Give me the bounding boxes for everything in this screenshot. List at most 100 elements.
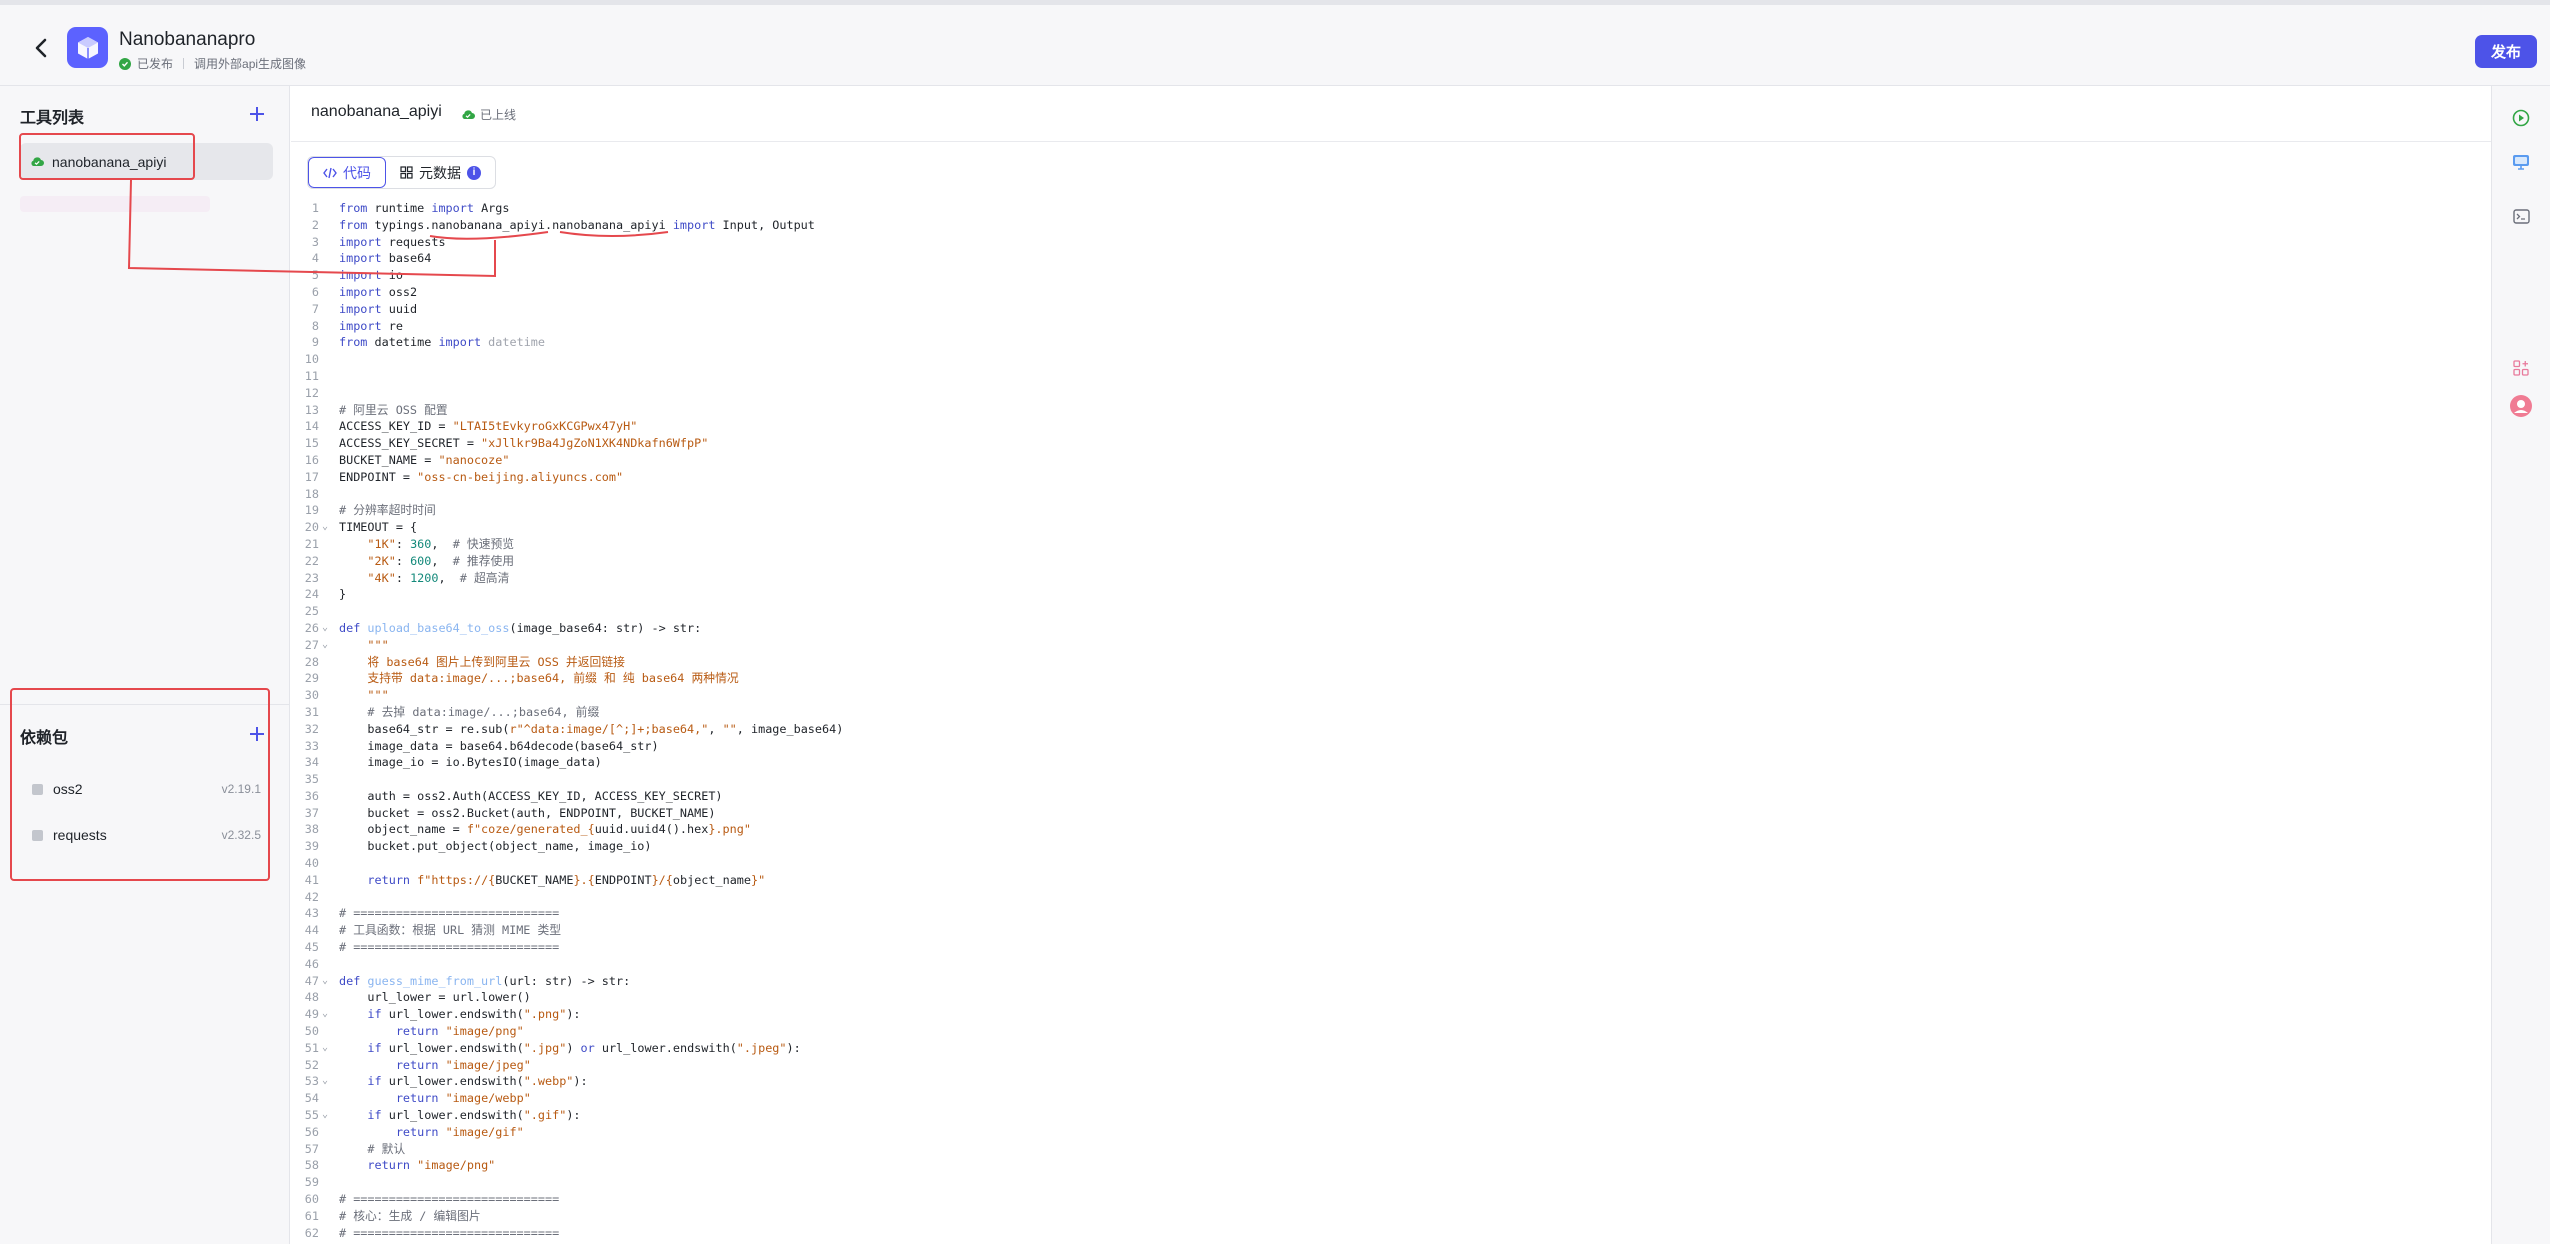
code-line: 26 ⌄ def upload_base64_to_oss(image_base64… — [291, 620, 2491, 637]
code-text: import base64 — [339, 251, 432, 266]
code-text: image_io = io.BytesIO(image_data) — [339, 755, 602, 770]
line-number: 57 — [304, 1141, 319, 1156]
code-text: if url_lower.endswith(".webp"): — [367, 1074, 588, 1089]
code-text: def guess_mime_from_url(url: str) -> str… — [339, 973, 631, 988]
fold-chevron-icon[interactable]: ⌄ — [322, 620, 328, 637]
code-text: # ============================= — [339, 906, 560, 921]
code-line: 23 "4K": 1200, # 超高清 — [291, 570, 2491, 587]
line-number: 19 — [304, 503, 319, 518]
code-line: 51 ⌄ if url_lower.endswith(".jpg") or url… — [291, 1040, 2491, 1057]
code-line: 44 # 工具函数：根据 URL 猜测 MIME 类型 — [291, 922, 2491, 939]
cube-icon — [77, 36, 98, 59]
code-line: 14 ACCESS_KEY_ID = "LTAI5tEvkyroGxKCGPwx4… — [291, 418, 2491, 435]
line-number: 13 — [304, 402, 319, 417]
line-number: 7 — [311, 301, 319, 316]
line-number: 46 — [304, 956, 319, 971]
code-text: # 工具函数：根据 URL 猜测 MIME 类型 — [339, 923, 562, 938]
code-line: 20 ⌄ TIMEOUT = { — [291, 519, 2491, 536]
code-text: if url_lower.endswith(".gif"): — [367, 1108, 581, 1123]
code-text: ACCESS_KEY_ID = "LTAI5tEvkyroGxKCGPwx47y… — [339, 419, 638, 434]
line-number: 9 — [311, 335, 319, 350]
line-number: 55 — [304, 1108, 319, 1123]
tab-metadata[interactable]: 元数据 i — [386, 157, 495, 188]
code-text: # 核心：生成 / 编辑图片 — [339, 1208, 481, 1223]
code-text: if url_lower.endswith(".jpg") or url_low… — [367, 1040, 801, 1055]
tab-label: 元数据 — [419, 164, 461, 181]
back-button[interactable] — [26, 33, 56, 63]
terminal-icon[interactable] — [2509, 204, 2533, 228]
line-number: 15 — [304, 436, 319, 451]
code-text: ENDPOINT = "oss-cn-beijing.aliyuncs.com" — [339, 469, 624, 484]
add-tool-button[interactable] — [246, 103, 268, 125]
line-number: 31 — [304, 704, 319, 719]
line-number: 51 — [304, 1040, 319, 1055]
left-sidebar: 工具列表 nanobanana_apiyi 依赖包 oss2 v2.19.1 r… — [0, 86, 290, 1244]
line-number: 8 — [311, 318, 319, 333]
code-line: 48 url_lower = url.lower() — [291, 989, 2491, 1006]
code-line: 58 return "image/png" — [291, 1157, 2491, 1174]
line-number: 24 — [304, 587, 319, 602]
published-status: 已发布 — [137, 57, 174, 71]
code-line: 60 # ============================= — [291, 1191, 2491, 1208]
code-line: 5 import io — [291, 267, 2491, 284]
publish-button[interactable]: 发布 — [2475, 35, 2537, 68]
code-text: if url_lower.endswith(".png"): — [367, 1007, 581, 1022]
line-number: 29 — [304, 671, 319, 686]
code-line: 38 object_name = f"coze/generated_{uuid.… — [291, 821, 2491, 838]
annotation-box-deps — [10, 688, 270, 881]
code-text: 支持带 data:image/...;base64, 前缀 和 纯 base64… — [367, 671, 739, 686]
code-line: 45 # ============================= — [291, 939, 2491, 956]
line-number: 26 — [304, 620, 319, 635]
fold-chevron-icon[interactable]: ⌄ — [322, 1107, 328, 1124]
code-line: 8 import re — [291, 318, 2491, 335]
line-number: 5 — [311, 268, 319, 283]
line-number: 39 — [304, 839, 319, 854]
plus-icon — [250, 107, 264, 121]
fold-chevron-icon[interactable]: ⌄ — [322, 1073, 328, 1090]
line-number: 32 — [304, 721, 319, 736]
code-line: 6 import oss2 — [291, 284, 2491, 301]
line-number: 37 — [304, 805, 319, 820]
line-number: 34 — [304, 755, 319, 770]
fold-chevron-icon[interactable]: ⌄ — [322, 1006, 328, 1023]
code-text: url_lower = url.lower() — [339, 990, 531, 1005]
fold-chevron-icon[interactable]: ⌄ — [322, 973, 328, 990]
online-label: 已上线 — [480, 108, 517, 122]
code-line: 4 import base64 — [291, 250, 2491, 267]
code-text: # ============================= — [339, 1192, 560, 1207]
code-line: 39 bucket.put_object(object_name, image_… — [291, 838, 2491, 855]
line-number: 23 — [304, 570, 319, 585]
code-line: 27 ⌄ """ — [291, 637, 2491, 654]
line-number: 50 — [304, 1024, 319, 1039]
line-number: 48 — [304, 990, 319, 1005]
code-line: 9 from datetime import datetime — [291, 334, 2491, 351]
line-number: 59 — [304, 1175, 319, 1190]
fold-chevron-icon[interactable]: ⌄ — [322, 637, 328, 654]
status-divider — [183, 58, 185, 69]
tab-code[interactable]: 代码 — [308, 157, 386, 188]
code-text: # ============================= — [339, 940, 560, 955]
run-icon[interactable] — [2509, 106, 2533, 130]
monitor-icon[interactable] — [2509, 150, 2533, 174]
code-text: import oss2 — [339, 284, 418, 299]
code-line: 16 BUCKET_NAME = "nanocoze" — [291, 452, 2491, 469]
code-line: 42 — [291, 889, 2491, 906]
code-line: 31 # 去掉 data:image/...;base64, 前缀 — [291, 704, 2491, 721]
code-line: 19 # 分辨率超时时间 — [291, 502, 2491, 519]
line-number: 16 — [304, 452, 319, 467]
code-editor[interactable]: 1 from runtime import Args 2 from typings.n… — [291, 200, 2491, 1244]
code-line: 56 return "image/gif" — [291, 1124, 2491, 1141]
code-line: 33 image_data = base64.b64decode(base64_… — [291, 738, 2491, 755]
line-number: 17 — [304, 469, 319, 484]
code-text: import io — [339, 268, 403, 283]
line-number: 60 — [304, 1192, 319, 1207]
fold-chevron-icon[interactable]: ⌄ — [322, 519, 328, 536]
apps-icon[interactable] — [2509, 356, 2533, 380]
code-line: 49 ⌄ if url_lower.endswith(".png"): — [291, 1006, 2491, 1023]
code-line: 32 base64_str = re.sub(r"^data:image/[^;… — [291, 721, 2491, 738]
line-number: 61 — [304, 1208, 319, 1223]
line-number: 25 — [304, 604, 319, 619]
line-number: 45 — [304, 940, 319, 955]
fold-chevron-icon[interactable]: ⌄ — [322, 1040, 328, 1057]
avatar-icon[interactable] — [2509, 394, 2533, 418]
